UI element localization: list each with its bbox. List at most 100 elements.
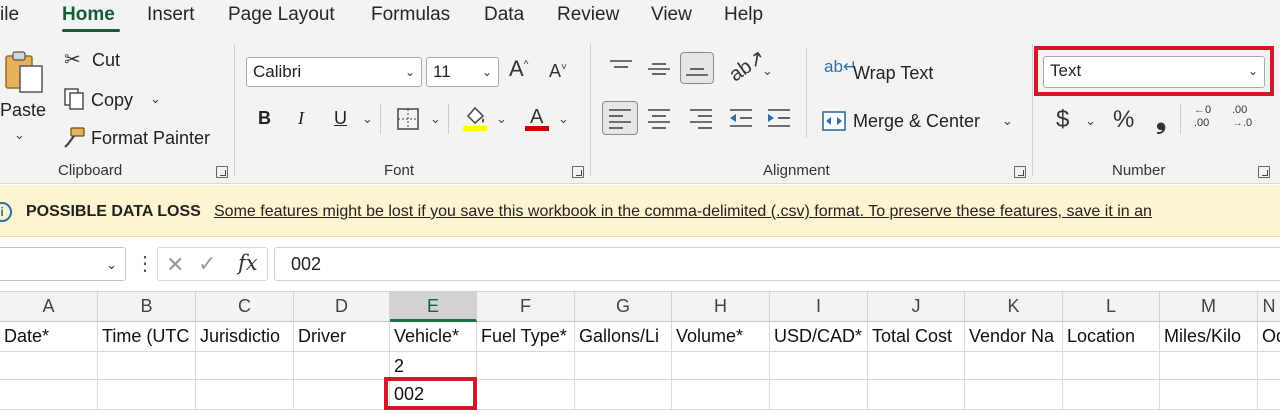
column-header[interactable]: K [965,292,1063,322]
decrease-indent-icon[interactable] [728,107,754,129]
top-align-icon[interactable] [608,58,634,78]
italic-button[interactable]: I [298,108,304,129]
formula-input[interactable]: 002 [274,247,1280,281]
column-header[interactable]: L [1063,292,1160,322]
font-launcher-icon[interactable] [572,166,584,178]
fill-color-chevron-icon[interactable]: ⌄ [496,112,507,125]
cancel-icon[interactable]: ✕ [166,252,184,278]
cell[interactable]: Vendor Na [965,322,1063,351]
column-header[interactable]: N [1258,292,1280,322]
column-header[interactable]: J [868,292,965,322]
cell[interactable] [1160,352,1258,379]
cell[interactable] [770,380,868,409]
menu-file[interactable]: ile [0,4,19,26]
comma-style-button[interactable]: ❟ [1156,106,1166,132]
cell[interactable]: USD/CAD* [770,322,868,351]
column-header[interactable]: H [672,292,770,322]
wrap-text-button[interactable]: Wrap Text [853,63,933,84]
cell[interactable] [1063,380,1160,409]
percent-button[interactable]: % [1113,108,1134,132]
font-name-select[interactable]: Calibri ⌄ [246,57,422,87]
column-header[interactable]: C [196,292,294,322]
paste-button[interactable]: Paste ⌄ [0,48,50,148]
menu-help[interactable]: Help [724,4,763,26]
cell[interactable] [196,380,294,409]
bold-button[interactable]: B [258,108,271,129]
underline-chevron-icon[interactable]: ⌄ [362,112,373,125]
cell[interactable] [868,380,965,409]
cell[interactable]: Vehicle* [390,322,477,351]
cell[interactable] [575,352,672,379]
cell[interactable]: Od [1258,322,1280,351]
align-left-button[interactable] [602,101,638,135]
cell[interactable] [477,352,575,379]
cell[interactable]: Date* [0,322,98,351]
orientation-chevron-icon[interactable]: ⌄ [762,64,773,77]
align-right-icon[interactable] [688,107,714,129]
copy-chevron-icon[interactable]: ⌄ [150,92,161,105]
cell[interactable] [477,380,575,409]
increase-font-size-icon[interactable]: A^ [509,58,528,80]
cell[interactable] [965,380,1063,409]
font-color-chevron-icon[interactable]: ⌄ [558,112,569,125]
merge-chevron-icon[interactable]: ⌄ [1002,114,1013,127]
cell[interactable]: Driver [294,322,390,351]
menu-view[interactable]: View [651,4,692,26]
cell[interactable] [0,380,98,409]
align-center-icon[interactable] [646,107,672,129]
copy-button[interactable]: Copy [91,90,133,111]
currency-chevron-icon[interactable]: ⌄ [1085,114,1096,127]
menu-insert[interactable]: Insert [147,4,195,26]
column-header[interactable]: B [98,292,196,322]
menu-review[interactable]: Review [557,4,619,26]
insert-function-button[interactable]: fx [238,251,258,275]
alignment-launcher-icon[interactable] [1014,166,1026,178]
name-box[interactable]: ⌄ [0,247,126,281]
cell[interactable]: Gallons/Li [575,322,672,351]
bottom-align-button[interactable] [680,52,714,84]
menu-page-layout[interactable]: Page Layout [228,4,335,26]
cell[interactable] [98,380,196,409]
cell[interactable] [672,352,770,379]
column-header[interactable]: I [770,292,868,322]
cell[interactable] [196,352,294,379]
number-launcher-icon[interactable] [1258,166,1270,178]
cell[interactable] [0,352,98,379]
cell[interactable] [868,352,965,379]
cell[interactable] [1063,352,1160,379]
column-header[interactable]: F [477,292,575,322]
decrease-font-size-icon[interactable]: A˅ [549,62,567,80]
cell[interactable] [1160,380,1258,409]
borders-chevron-icon[interactable]: ⌄ [430,112,441,125]
chevron-down-icon[interactable]: ⌄ [106,257,117,273]
decrease-decimal-icon[interactable]: .00 →.0 [1232,104,1262,134]
menu-formulas[interactable]: Formulas [371,4,450,26]
cell[interactable] [98,352,196,379]
menu-home[interactable]: Home [62,4,115,26]
cell[interactable] [672,380,770,409]
cell[interactable]: Jurisdictio [196,322,294,351]
more-options-icon[interactable]: ⋮ [135,251,155,276]
font-color-icon[interactable]: A [524,104,550,132]
cell[interactable] [294,380,390,409]
merge-center-button[interactable]: Merge & Center [853,111,980,132]
currency-button[interactable]: $ [1056,108,1069,132]
cell[interactable]: Total Cost [868,322,965,351]
middle-align-icon[interactable] [646,58,672,78]
column-header[interactable]: M [1160,292,1258,322]
banner-message-link[interactable]: Some features might be lost if you save … [214,203,1152,221]
number-format-select[interactable]: Text ⌄ [1043,56,1265,88]
underline-button[interactable]: U [334,108,347,129]
increase-decimal-icon[interactable]: ←0.00 [1194,104,1220,134]
cell[interactable]: Fuel Type* [477,322,575,351]
cell[interactable] [1258,380,1280,409]
cell[interactable] [1258,352,1280,379]
fill-color-icon[interactable] [462,104,488,132]
cut-button[interactable]: Cut [92,50,120,71]
cell[interactable] [575,380,672,409]
paste-chevron-icon[interactable]: ⌄ [14,128,25,141]
menu-data[interactable]: Data [484,4,524,26]
cell[interactable]: Volume* [672,322,770,351]
column-header[interactable]: G [575,292,672,322]
borders-icon[interactable] [396,107,420,131]
